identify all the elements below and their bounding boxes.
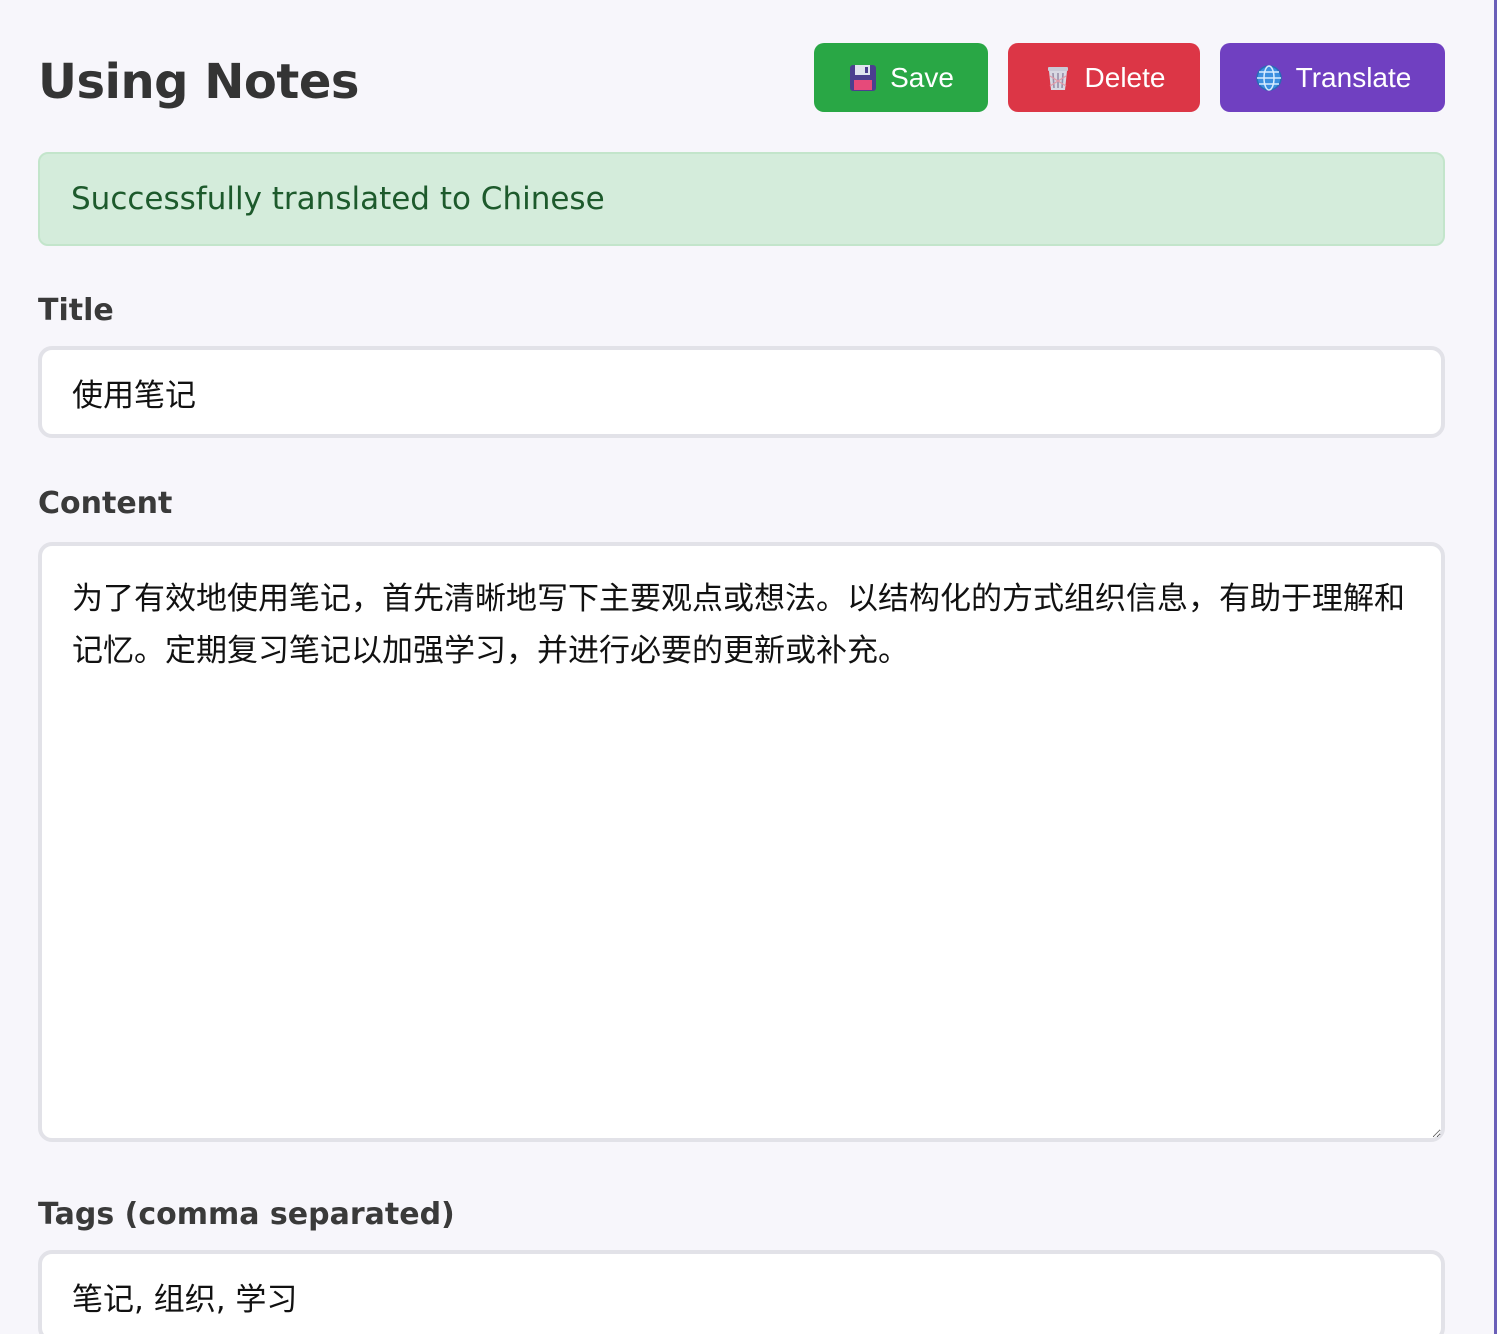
content-textarea[interactable]: 为了有效地使用笔记，首先清晰地写下主要观点或想法。以结构化的方式组织信息，有助于… xyxy=(38,542,1445,1142)
note-editor-page: Using Notes Save Delete Translate Succes… xyxy=(0,0,1497,1334)
success-alert: Successfully translated to Chinese xyxy=(38,152,1445,246)
title-label: Title xyxy=(38,293,114,328)
save-button[interactable]: Save xyxy=(814,43,988,112)
tags-label: Tags (comma separated) xyxy=(38,1197,455,1232)
translate-button[interactable]: Translate xyxy=(1220,43,1445,112)
floppy-disk-icon xyxy=(848,63,878,93)
page-title: Using Notes xyxy=(38,54,359,110)
globe-icon xyxy=(1254,63,1284,93)
translate-button-label: Translate xyxy=(1295,61,1412,93)
content-label: Content xyxy=(38,486,173,521)
delete-button[interactable]: Delete xyxy=(1008,43,1200,112)
tags-input[interactable] xyxy=(38,1250,1445,1334)
title-input[interactable] xyxy=(38,346,1445,438)
editor-header: Using Notes Save Delete Translate xyxy=(38,0,1445,152)
save-button-label: Save xyxy=(890,61,954,93)
wastebasket-icon xyxy=(1043,63,1073,93)
alert-message: Successfully translated to Chinese xyxy=(71,181,605,217)
delete-button-label: Delete xyxy=(1084,61,1166,93)
action-buttons: Save Delete Translate xyxy=(814,43,1445,112)
